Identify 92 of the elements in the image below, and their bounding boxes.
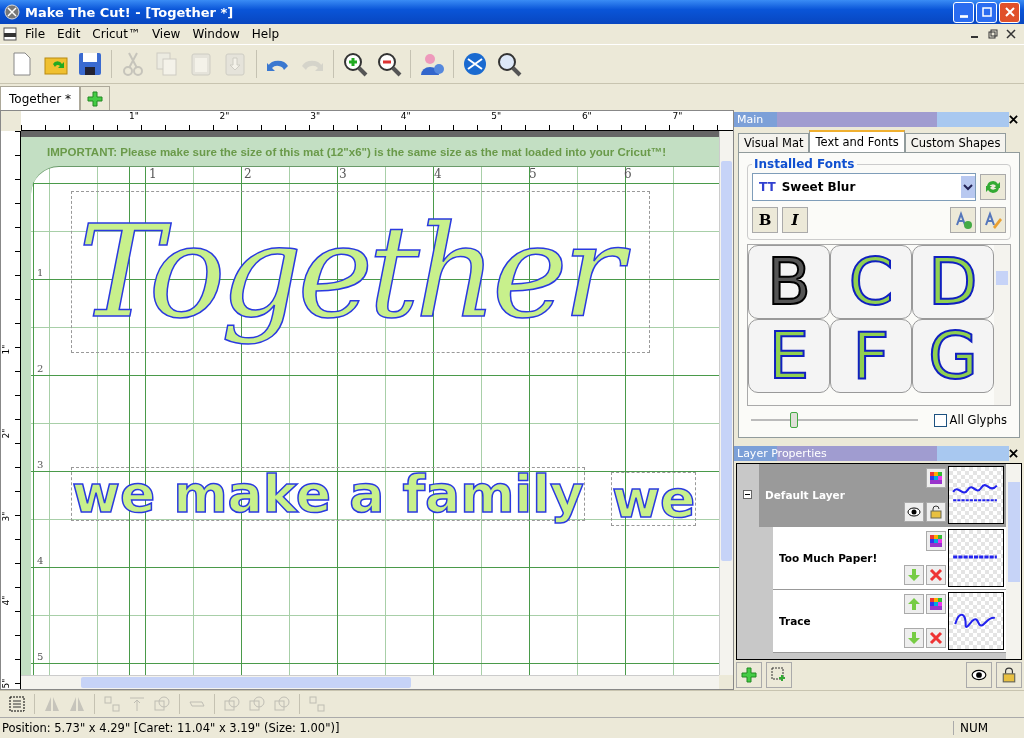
ruler-label: 5" [1, 678, 12, 689]
mat-ruler-number: 5 [37, 651, 44, 664]
padlock-icon [1002, 667, 1016, 683]
vertical-scrollbar[interactable] [994, 245, 1010, 405]
layer-name: Too Much Paper! [778, 552, 879, 564]
ruler-label: 6" [580, 111, 593, 123]
refresh-button[interactable] [980, 174, 1006, 200]
layer-name: Default Layer [764, 489, 846, 501]
italic-button[interactable]: I [782, 207, 808, 233]
eye-icon[interactable] [904, 502, 924, 522]
ruler-label: 3" [1, 510, 12, 522]
delete-icon[interactable] [926, 565, 946, 585]
horizontal-scrollbar[interactable] [21, 675, 719, 689]
close-icon[interactable] [1009, 115, 1018, 124]
panel-tab[interactable]: Text and Fonts [809, 130, 905, 152]
maximize-icon [981, 7, 992, 17]
add-layer-button[interactable] [736, 662, 762, 688]
mat-ruler-number: 4 [434, 167, 443, 183]
layer-thumbnail [948, 529, 1004, 587]
eye-button[interactable] [966, 662, 992, 688]
num-lock-indicator: NUM [953, 721, 1016, 735]
layer-name: Trace [778, 615, 812, 627]
mat-ruler-number: 1 [37, 267, 44, 280]
mat-notice: IMPORTANT: Please make sure the size of this mat (12"x6") is the same size as the mat loaded into your Cricut™! [46, 145, 668, 160]
menu-item[interactable]: Window [187, 27, 245, 41]
layer-thumbnail [948, 592, 1004, 650]
close-icon[interactable] [1006, 29, 1016, 39]
eye-icon [971, 669, 987, 681]
all-glyphs-checkbox[interactable]: All Glyphs [933, 413, 1007, 427]
collapse-icon[interactable] [743, 490, 752, 499]
plus-icon [87, 90, 104, 107]
dropdown-icon[interactable] [961, 175, 975, 199]
menu-item[interactable]: Help [246, 27, 285, 41]
ruler-label: 5" [490, 111, 503, 123]
close-icon [1004, 7, 1015, 17]
color-palette-icon[interactable] [926, 468, 946, 488]
group-title: Installed Fonts [753, 157, 856, 171]
lock-button[interactable] [996, 662, 1022, 688]
mat-ruler-number: 3 [37, 459, 44, 472]
minimize-icon [959, 14, 968, 18]
arrow-down-icon[interactable] [904, 565, 924, 585]
ruler-label: 1" [128, 111, 140, 123]
close-icon[interactable] [1009, 449, 1018, 458]
document-icon [2, 26, 18, 42]
menu-item[interactable]: File [20, 27, 51, 41]
document-tab[interactable]: Together * [0, 86, 81, 110]
glyph-tile[interactable]: B [748, 245, 830, 319]
add-sublayer-button[interactable] [766, 662, 792, 688]
maximize-button[interactable] [976, 1, 997, 23]
mat-ruler-number: 1 [149, 167, 158, 183]
font-dropdown[interactable]: TT Sweet Blur [752, 173, 976, 201]
window-title: Make The Cut! - [Together *] [25, 4, 234, 20]
vertical-scrollbar[interactable] [719, 131, 733, 675]
padlock-icon[interactable] [926, 502, 946, 522]
ruler-label: 4" [399, 111, 412, 123]
add-selection-icon [771, 667, 787, 683]
ruler-label: 7" [671, 111, 684, 123]
color-palette-icon[interactable] [926, 594, 946, 614]
ruler-label: 3" [309, 111, 322, 123]
arrow-down-icon[interactable] [904, 628, 924, 648]
menu-item[interactable]: Cricut™ [87, 27, 145, 41]
panel-title: Layer Properties [737, 447, 827, 460]
color-palette-icon[interactable] [926, 531, 946, 551]
menu-item[interactable]: Edit [52, 27, 86, 41]
mat-ruler-number: 2 [37, 363, 44, 376]
panel-tab[interactable]: Custom Shapes [904, 133, 1007, 152]
edit-font-button[interactable] [980, 207, 1006, 233]
vertical-scrollbar[interactable] [1006, 464, 1021, 659]
ruler-label: 4" [1, 594, 12, 606]
panel-tab[interactable]: Visual Mat [738, 133, 810, 152]
bold-button[interactable]: B [752, 207, 778, 233]
mat-ruler-number: 5 [529, 167, 538, 183]
add-font-button[interactable] [950, 207, 976, 233]
ruler-label: 2" [218, 111, 231, 123]
delete-icon[interactable] [926, 628, 946, 648]
add-tab-button[interactable] [80, 86, 111, 110]
layer-row[interactable]: Too Much Paper! [773, 527, 1006, 590]
layer-row[interactable]: Trace [773, 590, 1006, 653]
mat-ruler-number: 3 [339, 167, 348, 183]
layer-thumbnail [948, 466, 1004, 524]
layers-icon[interactable] [6, 693, 28, 715]
ruler-label: 1" [1, 343, 12, 355]
menu-item[interactable]: View [146, 27, 186, 41]
status-position: Position: 5.73" x 4.29" [Caret: 11.04" x 3.19" (Size: 1.00")] [2, 721, 340, 735]
minimize-button[interactable] [953, 1, 974, 23]
mat-ruler-number: 4 [37, 555, 44, 568]
mat-ruler-number: 2 [244, 167, 253, 183]
panel-title: Main [737, 113, 764, 126]
plus-icon [741, 667, 757, 683]
ruler-label: 2" [1, 427, 12, 439]
close-button[interactable] [999, 1, 1020, 23]
restore-icon[interactable] [988, 29, 998, 39]
